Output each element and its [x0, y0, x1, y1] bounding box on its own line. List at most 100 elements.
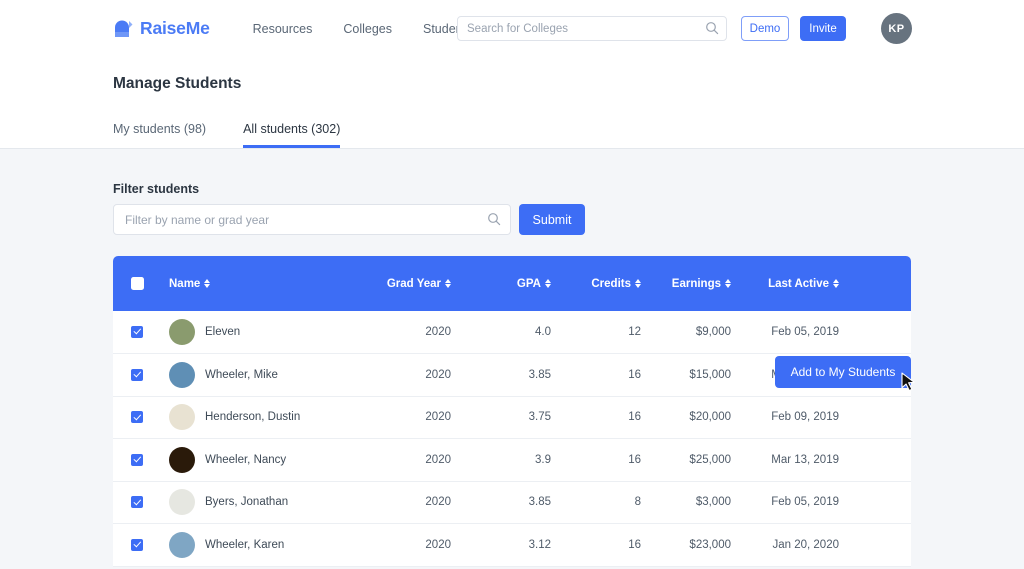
table-header-row: Name Grad Year GPA Credits Earnings Last…	[113, 256, 911, 311]
last-active-cell: Mar 13, 2019	[771, 453, 839, 466]
students-table-body: Eleven 2020 4.0 12 $9,000 Feb 05, 2019 Wheeler…	[113, 311, 911, 566]
sort-icon[interactable]	[725, 279, 731, 288]
student-name: Wheeler, Mike	[205, 368, 278, 381]
column-header-last-active[interactable]: Last Active	[731, 256, 911, 311]
user-avatar[interactable]: KP	[881, 13, 912, 44]
avatar	[169, 361, 195, 388]
earnings-cell: $20,000	[689, 411, 731, 424]
student-name: Wheeler, Karen	[205, 538, 285, 551]
column-header-gpa[interactable]: GPA	[451, 256, 551, 311]
row-select-cell	[113, 354, 161, 397]
last-active-cell: Jan 20, 2020	[772, 538, 839, 551]
page-title-region: Manage Students	[0, 57, 1024, 113]
credits-cell: 16	[628, 411, 641, 424]
credits-cell: 16	[628, 538, 641, 551]
add-to-my-students-button[interactable]: Add to My Students	[775, 356, 911, 388]
row-checkbox[interactable]	[131, 325, 143, 338]
student-name-cell: Byers, Jonathan	[161, 481, 301, 524]
last-active-cell: Feb 05, 2019	[771, 496, 839, 509]
filter-row: Submit	[113, 204, 1024, 235]
demo-button[interactable]: Demo	[741, 16, 789, 41]
students-table-container: Name Grad Year GPA Credits Earnings Last…	[113, 256, 911, 567]
grad-year-cell: 2020	[425, 411, 451, 424]
row-checkbox[interactable]	[131, 411, 143, 424]
sort-icon[interactable]	[545, 279, 551, 288]
row-select-cell	[113, 396, 161, 439]
gpa-cell: 3.85	[528, 368, 551, 381]
column-label-gpa: GPA	[516, 277, 541, 290]
credits-cell: 16	[628, 368, 641, 381]
grad-year-cell: 2020	[425, 326, 451, 338]
row-checkbox[interactable]	[131, 368, 143, 381]
gpa-cell: 3.85	[528, 496, 551, 509]
search-input[interactable]	[457, 16, 727, 41]
sort-icon[interactable]	[445, 279, 451, 288]
column-label-last-active: Last Active	[768, 277, 829, 290]
table-row[interactable]: Wheeler, Nancy 2020 3.9 16 $25,000 Mar 13, 20…	[113, 439, 911, 482]
sort-icon[interactable]	[635, 279, 641, 288]
credits-cell: 12	[628, 326, 641, 338]
nav-link-resources[interactable]: Resources	[253, 22, 313, 36]
gpa-cell: 3.75	[528, 411, 551, 424]
main-nav-links: Resources Colleges Students	[253, 22, 473, 36]
grad-year-cell: 2020	[425, 538, 451, 551]
select-all-checkbox[interactable]	[130, 277, 144, 290]
earnings-cell: $25,000	[689, 453, 731, 466]
grad-year-cell: 2020	[425, 368, 451, 381]
last-active-cell: Feb 05, 2019	[771, 326, 839, 338]
row-select-cell	[113, 481, 161, 524]
students-table: Name Grad Year GPA Credits Earnings Last…	[113, 256, 911, 567]
tab-my-students[interactable]: My students (98)	[113, 122, 206, 148]
row-checkbox[interactable]	[131, 496, 143, 509]
row-checkbox[interactable]	[131, 453, 143, 466]
last-active-cell: Feb 09, 2019	[771, 411, 839, 424]
search-icon	[487, 212, 501, 226]
brand-name: RaiseMe	[140, 18, 210, 38]
credits-cell: 8	[634, 496, 641, 509]
column-label-grad-year: Grad Year	[386, 277, 441, 290]
sort-icon[interactable]	[204, 279, 211, 288]
column-header-grad-year[interactable]: Grad Year	[301, 256, 451, 311]
avatar	[169, 446, 195, 473]
raiseme-logo-icon	[113, 18, 133, 39]
column-header-credits[interactable]: Credits	[551, 256, 641, 311]
nav-link-colleges[interactable]: Colleges	[343, 22, 392, 36]
table-row[interactable]: Wheeler, Karen 2020 3.12 16 $23,000 Jan 20, 2…	[113, 524, 911, 567]
filter-input[interactable]	[113, 204, 511, 235]
gpa-cell: 3.12	[528, 538, 551, 551]
column-label-credits: Credits	[591, 277, 631, 290]
select-all-header	[113, 256, 161, 311]
grad-year-cell: 2020	[425, 496, 451, 509]
column-header-earnings[interactable]: Earnings	[641, 256, 731, 311]
invite-button[interactable]: Invite	[800, 16, 846, 41]
student-name: Byers, Jonathan	[205, 496, 289, 509]
tab-all-students[interactable]: All students (302)	[243, 122, 341, 148]
filter-input-wrapper	[113, 204, 511, 235]
filter-students-label: Filter students	[113, 182, 200, 196]
sort-icon[interactable]	[833, 279, 839, 288]
column-header-name[interactable]: Name	[161, 256, 301, 311]
submit-button[interactable]: Submit	[519, 204, 585, 235]
credits-cell: 16	[628, 453, 641, 466]
avatar	[169, 404, 195, 431]
row-select-cell	[113, 439, 161, 482]
brand-logo[interactable]: RaiseMe	[113, 18, 210, 39]
college-search	[457, 16, 727, 41]
student-tabs: My students (98) All students (302)	[0, 113, 1024, 149]
students-table-head: Name Grad Year GPA Credits Earnings Last…	[113, 256, 911, 311]
page-title: Manage Students	[113, 75, 242, 92]
row-select-cell	[113, 524, 161, 567]
student-name: Wheeler, Nancy	[205, 453, 287, 466]
row-checkbox[interactable]	[131, 538, 143, 551]
earnings-cell: $9,000	[695, 326, 731, 338]
table-row[interactable]: Byers, Jonathan 2020 3.85 8 $3,000 Feb 05, 20…	[113, 481, 911, 524]
table-row[interactable]: Henderson, Dustin 2020 3.75 16 $20,000 Feb 09…	[113, 396, 911, 439]
avatar	[169, 531, 195, 558]
gpa-cell: 3.9	[535, 453, 551, 466]
main-content: Filter students Submit Add to My Student…	[0, 149, 1024, 567]
earnings-cell: $3,000	[695, 496, 731, 509]
table-row[interactable]: Eleven 2020 4.0 12 $9,000 Feb 05, 2019	[113, 311, 911, 354]
avatar	[169, 489, 195, 516]
student-name: Eleven	[205, 326, 241, 338]
grad-year-cell: 2020	[425, 453, 451, 466]
